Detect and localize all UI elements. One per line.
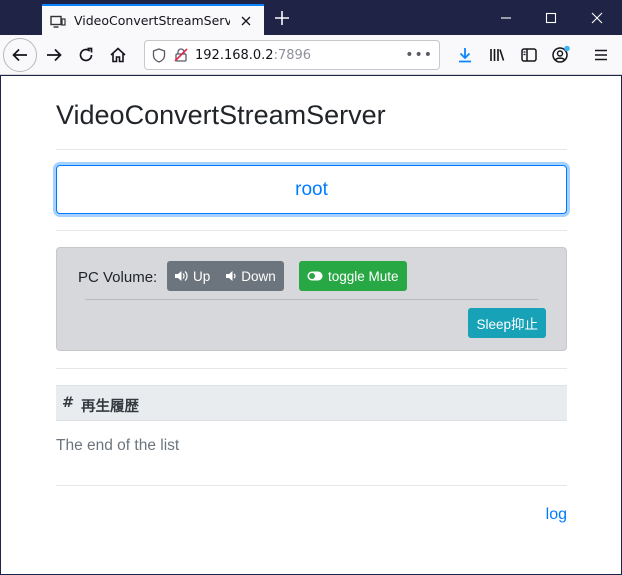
downloads-button[interactable]	[449, 39, 481, 71]
toggle-mute-button[interactable]: toggle Mute	[299, 261, 407, 291]
minimize-icon[interactable]	[493, 5, 519, 31]
sidebar-button[interactable]	[513, 39, 545, 71]
maximize-icon[interactable]	[538, 5, 564, 31]
arrow-right-icon	[47, 48, 62, 62]
browser-tab-active[interactable]: VideoConvertStreamServer	[42, 4, 264, 35]
divider	[56, 230, 567, 231]
divider	[56, 149, 567, 150]
tab-title: VideoConvertStreamServer	[74, 13, 230, 28]
arrow-left-icon	[12, 48, 27, 62]
divider	[56, 368, 567, 369]
page-actions-menu-icon[interactable]: •••	[405, 47, 433, 63]
close-window-icon[interactable]	[584, 5, 610, 31]
hamburger-menu-icon	[595, 49, 607, 61]
volume-down-button[interactable]: Down	[218, 261, 284, 291]
column-header-index: #	[62, 395, 75, 411]
log-link[interactable]: log	[546, 506, 567, 524]
home-icon	[110, 47, 126, 63]
root-button[interactable]: root	[56, 165, 567, 214]
volume-down-label: Down	[241, 268, 276, 284]
sleep-suppress-button[interactable]: Sleep抑止	[468, 308, 546, 338]
volume-button-group: Up Down	[167, 261, 284, 291]
monitor-icon	[50, 14, 66, 28]
library-icon	[490, 49, 505, 61]
back-button[interactable]	[3, 38, 37, 72]
sidebar-icon	[521, 48, 537, 62]
download-arrow-icon	[459, 48, 471, 63]
library-button[interactable]	[481, 39, 513, 71]
page-title: VideoConvertStreamServer	[56, 100, 386, 130]
account-button[interactable]	[545, 39, 577, 71]
column-header-history: 再生履歴	[81, 399, 139, 415]
navigation-toolbar: 192.168.0.2 :7896 •••	[0, 35, 622, 75]
toggle-switch-icon	[307, 271, 323, 281]
close-tab-icon[interactable]	[238, 13, 254, 29]
account-icon	[552, 45, 570, 63]
divider	[56, 485, 567, 486]
insecure-lock-icon[interactable]	[173, 47, 189, 63]
control-panel: PC Volume: Up Down toggle Mute Sleep抑止	[56, 247, 567, 351]
volume-up-icon	[175, 271, 188, 281]
volume-up-label: Up	[193, 268, 211, 284]
new-tab-icon[interactable]	[272, 8, 292, 28]
volume-up-button[interactable]: Up	[167, 261, 219, 291]
history-table-header: # 再生履歴	[56, 385, 567, 421]
page-viewport: VideoConvertStreamServer root PC Volume:…	[1, 76, 621, 574]
url-port: :7896	[273, 47, 312, 63]
volume-down-icon	[226, 271, 236, 281]
reload-button[interactable]	[70, 39, 102, 71]
pc-volume-label: PC Volume:	[78, 269, 158, 286]
shield-icon[interactable]	[151, 47, 167, 63]
toggle-mute-label: toggle Mute	[328, 268, 399, 284]
tab-bar: VideoConvertStreamServer	[0, 0, 622, 35]
url-bar[interactable]: 192.168.0.2 :7896 •••	[144, 40, 440, 70]
reload-icon	[79, 47, 93, 62]
app-menu-button[interactable]	[585, 39, 617, 71]
panel-divider	[85, 299, 538, 300]
home-button[interactable]	[102, 39, 134, 71]
browser-window: VideoConvertStreamServer 192.168.0.2:78…	[0, 0, 622, 575]
end-of-list-text: The end of the list	[56, 437, 180, 454]
url-host: 192.168.0.2	[195, 47, 274, 63]
forward-button[interactable]	[38, 39, 70, 71]
